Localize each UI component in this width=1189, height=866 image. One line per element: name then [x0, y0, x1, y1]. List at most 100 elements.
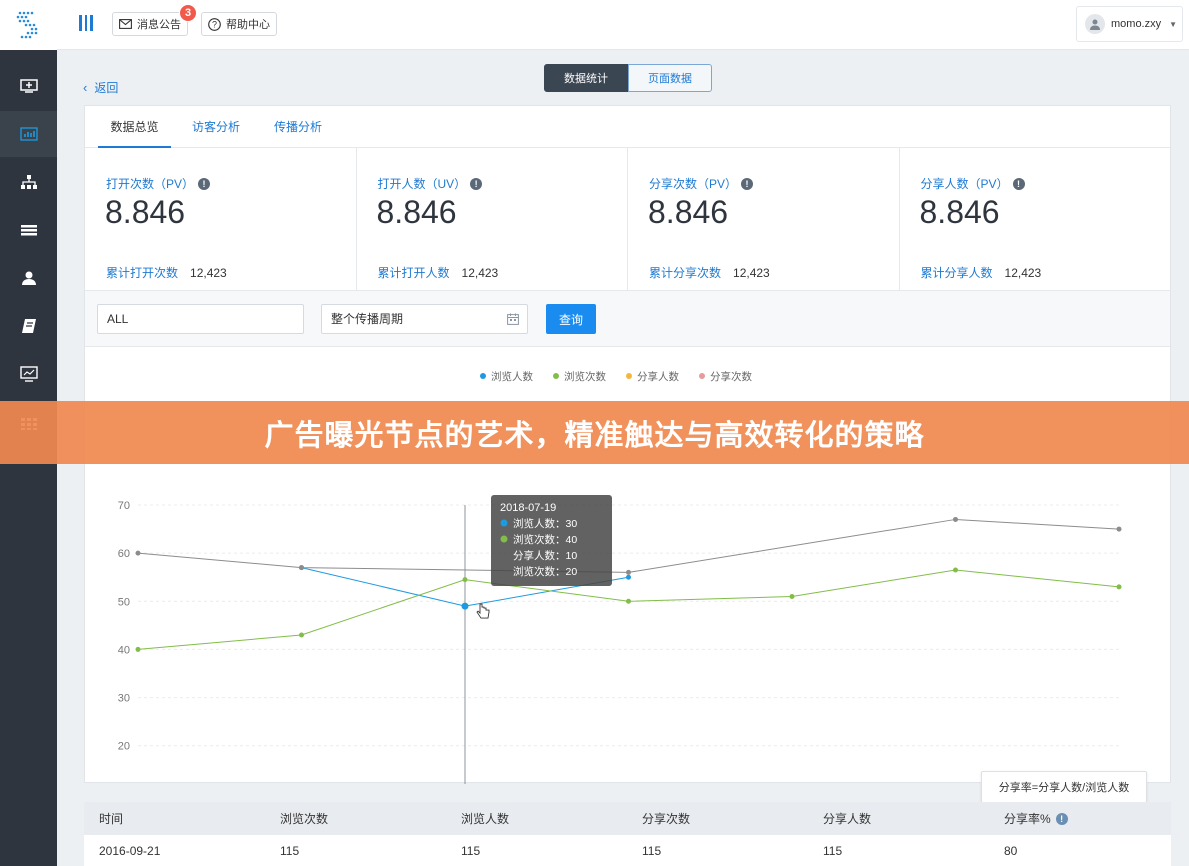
data-point: [135, 550, 141, 556]
scope-select[interactable]: ALL: [97, 304, 304, 334]
legend-marker: [626, 373, 632, 379]
column-header-label: 浏览人数: [461, 812, 510, 826]
stat-value: 8.846: [919, 194, 1000, 230]
stat-total-label: 累计分享次数: [649, 266, 722, 280]
column-header: 分享率%!: [989, 802, 1170, 835]
stat-value: 8.846: [648, 194, 729, 230]
highlight-point: [461, 602, 469, 610]
data-point: [953, 567, 958, 573]
info-icon[interactable]: !: [1055, 812, 1068, 825]
chevron-left-icon: ‹: [83, 80, 88, 95]
bar-chart-icon: [19, 127, 38, 141]
table-cell: 115: [461, 844, 481, 858]
tooltip-row: 浏览次数：40: [513, 533, 577, 546]
segment-page-data[interactable]: 页面数据: [628, 64, 712, 92]
tooltip-date: 2018-07-19: [500, 502, 556, 514]
book-icon: [21, 319, 36, 333]
stats-row: 打开次数（PV）! 8.846 累计打开次数 12,423 打开人数（UV）! 8…: [85, 148, 1170, 291]
notice-count-badge: 3: [179, 4, 197, 22]
share-rate-tooltip: 分享率=分享人数/浏览人数: [981, 771, 1147, 803]
filter-bar: ALL 整个传播周期 查询: [85, 291, 1170, 347]
notice-label: 消息公告: [137, 19, 181, 31]
help-center-label: 帮助中心: [226, 19, 270, 31]
table-cell: 80: [1004, 844, 1018, 858]
menu-toggle-icon[interactable]: [79, 15, 94, 31]
back-label: 返回: [94, 81, 119, 95]
notice-button[interactable]: 消息公告 3: [112, 4, 197, 36]
data-point: [299, 565, 304, 571]
stat-total-value: 12,423: [190, 266, 227, 280]
stat-label: 分享次数（PV）: [649, 177, 738, 191]
data-point: [462, 577, 468, 583]
stat-total-label: 累计打开人数: [377, 266, 450, 280]
table-cell: 2016-09-21: [99, 844, 161, 858]
banner-text: 广告曝光节点的艺术，精准触达与高效转化的策略: [264, 419, 925, 452]
y-tick-label: 20: [118, 741, 130, 753]
stat-value: 8.846: [105, 194, 186, 230]
sidebar-item-monitor[interactable]: [0, 63, 57, 109]
tooltip-row: 浏览人数：30: [513, 517, 577, 530]
table-cell: 115: [642, 844, 662, 858]
table-body: 2016-09-21 115 115 115 115 80: [84, 835, 1171, 866]
hand-cursor-icon: [476, 603, 490, 619]
tooltip-row: 分享人数：10: [513, 549, 577, 562]
stat-open-pv: 打开次数（PV）! 8.846 累计打开次数 12,423: [85, 148, 357, 290]
column-header: 浏览次数: [265, 802, 446, 835]
screen-chart-icon: [19, 366, 38, 382]
info-icon[interactable]: !: [741, 177, 754, 190]
period-picker[interactable]: 整个传播周期: [321, 304, 528, 334]
table-cell: 115: [823, 844, 843, 858]
query-button[interactable]: 查询: [546, 304, 596, 334]
sidebar-item-list[interactable]: [0, 207, 57, 253]
y-tick-label: 50: [118, 596, 130, 608]
period-value: 整个传播周期: [331, 312, 404, 326]
logo-icon: [16, 11, 37, 39]
info-icon[interactable]: !: [198, 177, 211, 190]
series-line: [137, 569, 1120, 650]
view-switcher: 数据统计 页面数据: [544, 64, 712, 92]
legend-label: 分享人数: [637, 370, 679, 383]
back-link[interactable]: ‹ 返回: [83, 79, 118, 96]
stat-label: 分享人数（PV）: [920, 177, 1009, 191]
app-logo[interactable]: [0, 0, 57, 50]
stat-total-label: 累计打开次数: [106, 266, 179, 280]
info-icon[interactable]: !: [470, 177, 483, 190]
user-avatar-icon: [1090, 19, 1100, 30]
sidebar-item-statistics[interactable]: [0, 111, 57, 157]
stat-share-pv: 分享次数（PV）! 8.846 累计分享次数 12,423: [628, 148, 900, 290]
help-center-button[interactable]: ? 帮助中心: [201, 12, 277, 36]
tab-spread-analysis[interactable]: 传播分析: [274, 106, 322, 148]
segment-statistics[interactable]: 数据统计: [544, 64, 628, 92]
column-header: 浏览人数: [446, 802, 627, 835]
legend-marker: [480, 373, 486, 379]
tooltip-row: 浏览次数：20: [513, 565, 577, 578]
data-point: [299, 632, 304, 638]
chevron-down-icon: ▼: [1169, 19, 1178, 29]
y-tick-label: 70: [118, 500, 130, 512]
sidebar-item-book[interactable]: [0, 303, 57, 349]
stat-share-users: 分享人数（PV）! 8.846 累计分享人数 12,423: [900, 148, 1171, 290]
sidebar-item-screen[interactable]: [0, 351, 57, 397]
tooltip-marker: [500, 535, 508, 543]
avatar: [1085, 14, 1105, 34]
legend-label: 分享次数: [710, 370, 752, 383]
data-point: [1116, 584, 1122, 590]
data-point: [1116, 526, 1122, 532]
column-header-label: 分享人数: [823, 812, 872, 826]
column-header: 分享次数: [627, 802, 808, 835]
user-menu[interactable]: momo.zxy ▼: [1076, 6, 1183, 42]
tab-overview[interactable]: 数据总览: [98, 106, 171, 148]
info-icon[interactable]: !: [1012, 177, 1025, 190]
stat-label: 打开人数（UV）: [377, 177, 467, 191]
help-icon: ?: [208, 17, 221, 31]
sidebar-item-user[interactable]: [0, 255, 57, 301]
tab-visitor-analysis[interactable]: 访客分析: [192, 106, 240, 148]
legend-marker: [553, 373, 559, 379]
analysis-tabs: 数据总览 访客分析 传播分析: [85, 106, 1170, 148]
sidebar-item-structure[interactable]: [0, 159, 57, 205]
legend-label: 浏览次数: [564, 370, 606, 383]
y-tick-label: 40: [118, 644, 130, 656]
stat-label: 打开次数（PV）: [106, 177, 195, 191]
stat-total-label: 累计分享人数: [920, 266, 993, 280]
monitor-add-icon: [19, 79, 38, 93]
